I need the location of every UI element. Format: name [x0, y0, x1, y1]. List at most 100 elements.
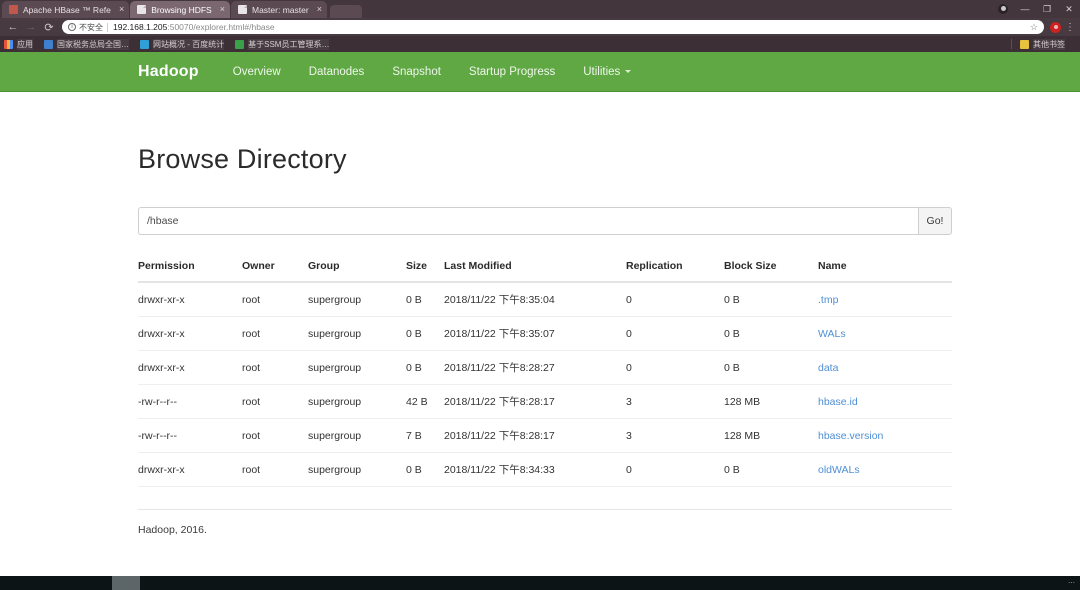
- navlink-datanodes[interactable]: Datanodes: [309, 66, 365, 78]
- chevron-down-icon: [625, 70, 632, 73]
- tab-close-icon[interactable]: ×: [317, 5, 322, 14]
- bookmark-tax-bureau[interactable]: 国家税务总局全国…: [44, 38, 129, 50]
- cell-permission: drwxr-xr-x: [138, 316, 242, 351]
- cell-replication: 0: [626, 452, 724, 487]
- cell-permission: -rw-r--r--: [138, 384, 242, 419]
- table-row: -rw-r--r-- root supergroup 42 B 2018/11/…: [138, 384, 952, 419]
- page-footer: Hadoop, 2016.: [138, 509, 952, 536]
- cell-last-modified: 2018/11/22 下午8:34:33: [444, 452, 626, 487]
- cell-owner: root: [242, 384, 308, 419]
- other-bookmarks-label: 其他书签: [1033, 38, 1065, 50]
- address-bar-url: 192.168.1.205:50070/explorer.html#/hbase: [113, 22, 275, 32]
- browser-menu-icon[interactable]: ⋮: [1064, 22, 1076, 33]
- column-header-replication: Replication: [626, 255, 724, 283]
- table-row: drwxr-xr-x root supergroup 0 B 2018/11/2…: [138, 316, 952, 351]
- cell-owner: root: [242, 452, 308, 487]
- site-info-icon[interactable]: i: [68, 23, 76, 31]
- cell-group: supergroup: [308, 384, 406, 419]
- cell-name: hbase.id: [818, 384, 952, 419]
- table-row: drwxr-xr-x root supergroup 0 B 2018/11/2…: [138, 282, 952, 317]
- forward-button[interactable]: →: [22, 19, 40, 35]
- tab-strip: Apache HBase ™ Refe… × Browsing HDFS × M…: [0, 0, 1080, 18]
- bookmark-baidu-tongji[interactable]: 网站概况 - 百度统计: [140, 38, 225, 50]
- extension-icon[interactable]: [1050, 21, 1061, 33]
- cell-group: supergroup: [308, 350, 406, 385]
- url-path: :50070/explorer.html#/hbase: [167, 22, 275, 32]
- navlink-utilities[interactable]: Utilities: [583, 65, 632, 78]
- navlink-utilities-label: Utilities: [583, 65, 621, 78]
- column-header-permission: Permission: [138, 255, 242, 283]
- table-row: -rw-r--r-- root supergroup 7 B 2018/11/2…: [138, 418, 952, 453]
- navlink-startup-progress[interactable]: Startup Progress: [469, 66, 555, 78]
- bookmark-label: 应用: [17, 38, 33, 50]
- bookmark-apps[interactable]: 应用: [4, 38, 33, 50]
- apps-grid-icon: [4, 39, 13, 49]
- tab-title: Browsing HDFS: [151, 4, 212, 15]
- reload-button[interactable]: ⟳: [40, 19, 58, 35]
- window-controls: — ❐ ✕: [992, 0, 1080, 18]
- window-maximize-button[interactable]: ❐: [1036, 0, 1058, 18]
- bookmark-ssm-system[interactable]: 基于SSM员工管理系…: [235, 38, 330, 50]
- browser-tab-browsing-hdfs[interactable]: Browsing HDFS ×: [130, 1, 230, 18]
- cell-size: 42 B: [406, 384, 444, 419]
- browser-tab-master[interactable]: Master: master ×: [231, 1, 327, 18]
- column-header-group: Group: [308, 255, 406, 283]
- window-close-button[interactable]: ✕: [1058, 0, 1080, 18]
- cell-block-size: 0 B: [724, 452, 818, 487]
- table-header-row: Permission Owner Group Size Last Modifie…: [138, 255, 952, 283]
- security-warning-label: 不安全: [79, 22, 103, 32]
- navlink-overview[interactable]: Overview: [233, 66, 281, 78]
- cell-block-size: 128 MB: [724, 418, 818, 453]
- bookmark-star-icon[interactable]: ☆: [1024, 22, 1038, 33]
- tab-close-icon[interactable]: ×: [220, 5, 225, 14]
- path-input[interactable]: [138, 207, 918, 235]
- file-link[interactable]: WALs: [818, 328, 846, 340]
- address-bar[interactable]: i 不安全 192.168.1.205:50070/explorer.html#…: [62, 20, 1044, 34]
- cell-name: hbase.version: [818, 418, 952, 453]
- taskbar-tile[interactable]: [112, 576, 140, 590]
- cell-block-size: 0 B: [724, 316, 818, 351]
- column-header-last-modified: Last Modified: [444, 255, 626, 283]
- blue-square-icon: [44, 39, 53, 49]
- cell-group: supergroup: [308, 282, 406, 317]
- directory-table: Permission Owner Group Size Last Modifie…: [138, 255, 952, 487]
- cell-replication: 0: [626, 282, 724, 317]
- new-tab-button[interactable]: [329, 5, 362, 18]
- cyan-square-icon: [140, 39, 149, 49]
- cell-size: 7 B: [406, 418, 444, 453]
- cell-permission: drwxr-xr-x: [138, 452, 242, 487]
- cell-group: supergroup: [308, 418, 406, 453]
- cell-group: supergroup: [308, 452, 406, 487]
- cell-owner: root: [242, 316, 308, 351]
- hadoop-brand[interactable]: Hadoop: [138, 63, 199, 81]
- navlink-snapshot[interactable]: Snapshot: [392, 66, 441, 78]
- other-bookmarks-button[interactable]: 其他书签: [1020, 38, 1065, 50]
- file-link[interactable]: oldWALs: [818, 464, 860, 476]
- column-header-name: Name: [818, 255, 952, 283]
- file-link[interactable]: data: [818, 362, 838, 374]
- cell-block-size: 0 B: [724, 282, 818, 317]
- cell-permission: drwxr-xr-x: [138, 350, 242, 385]
- bookmarks-divider: [1011, 39, 1012, 49]
- file-link[interactable]: .tmp: [818, 294, 838, 306]
- cell-last-modified: 2018/11/22 下午8:35:07: [444, 316, 626, 351]
- tab-close-icon[interactable]: ×: [119, 5, 124, 14]
- file-link[interactable]: hbase.version: [818, 430, 883, 442]
- cell-replication: 0: [626, 316, 724, 351]
- go-button[interactable]: Go!: [918, 207, 952, 235]
- other-bookmarks-container: 其他书签: [1011, 38, 1076, 50]
- bookmark-label: 国家税务总局全国…: [57, 38, 129, 50]
- directory-table-head: Permission Owner Group Size Last Modifie…: [138, 255, 952, 283]
- profile-avatar-icon[interactable]: [992, 0, 1014, 18]
- browser-tab-hbase-reference[interactable]: Apache HBase ™ Refe… ×: [2, 1, 130, 18]
- file-link[interactable]: hbase.id: [818, 396, 858, 408]
- cell-name: WALs: [818, 316, 952, 351]
- cell-replication: 3: [626, 384, 724, 419]
- yellow-folder-icon: [1020, 39, 1029, 49]
- table-row: drwxr-xr-x root supergroup 0 B 2018/11/2…: [138, 452, 952, 487]
- hadoop-navbar: Hadoop Overview Datanodes Snapshot Start…: [0, 52, 1080, 92]
- cell-replication: 3: [626, 418, 724, 453]
- back-button[interactable]: ←: [4, 19, 22, 35]
- green-square-icon: [235, 39, 245, 49]
- window-minimize-button[interactable]: —: [1014, 0, 1036, 18]
